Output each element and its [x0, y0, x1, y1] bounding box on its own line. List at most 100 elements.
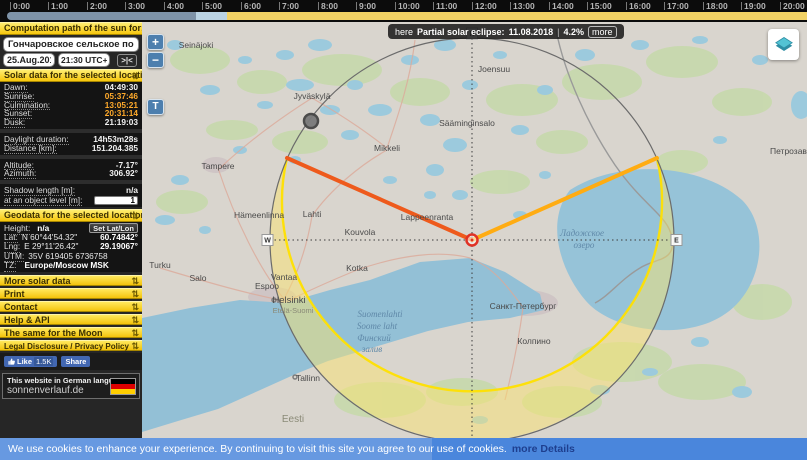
german-flag-icon[interactable]	[110, 378, 136, 395]
daylight-bar[interactable]	[7, 12, 807, 20]
day-segment	[227, 12, 807, 20]
solar-row-shadow: Shadow length [m]:n/a	[4, 186, 138, 195]
accordion-moon[interactable]: The same for the Moon⇅	[0, 327, 142, 338]
terrain-button[interactable]: T	[147, 99, 164, 115]
eclipse-more-button[interactable]: more	[588, 26, 617, 38]
cookie-more-details-link[interactable]: more Details	[512, 443, 575, 455]
collapse-panel-button[interactable]: >|<	[117, 54, 137, 67]
tick	[48, 2, 49, 10]
facebook-row: Like 1.5K Share	[0, 353, 142, 370]
tz-value: Europe/Moscow MSK	[24, 261, 108, 271]
layers-control[interactable]	[768, 29, 799, 60]
time-slider[interactable]: 0:00 1:00 2:00 3:00 4:00 5:00 6:00 7:00 …	[0, 0, 807, 22]
timeline-hour[interactable]: 7:00	[279, 1, 299, 11]
tick	[549, 2, 550, 10]
timeline-hour[interactable]: 0:00	[10, 1, 30, 11]
timeline-hour[interactable]: 3:00	[125, 1, 145, 11]
compass-w: W	[264, 238, 271, 245]
tz-label[interactable]: TZ:	[4, 261, 16, 272]
timeline-hour[interactable]: 11:00	[433, 1, 457, 11]
city-label: Sääminginsalo	[439, 118, 495, 128]
timeline-hour[interactable]: 1:00	[48, 1, 68, 11]
compass-e: E	[674, 238, 679, 245]
city-label: Kotka	[346, 263, 368, 273]
eclipse-percent: 4.2%	[563, 27, 584, 37]
expand-icon: ⇅	[131, 70, 139, 82]
timeline-hour[interactable]: 18:00	[703, 1, 728, 11]
dusk-label[interactable]: Dusk:	[4, 118, 25, 128]
sun-position-dot[interactable]	[304, 114, 318, 128]
timeline-hour[interactable]: 14:00	[549, 1, 574, 11]
eclipse-here-link[interactable]: here	[395, 27, 413, 37]
city-label: Lappeenranta	[401, 212, 454, 222]
city-label: Hämeenlinna	[234, 210, 284, 220]
date-input[interactable]	[3, 53, 55, 67]
location-input[interactable]	[3, 37, 139, 52]
shadow-length-value: n/a	[126, 186, 138, 195]
azimuth-label[interactable]: Azimuth:	[4, 169, 36, 179]
dusk-value: 21:19:03	[105, 118, 138, 127]
zoom-in-button[interactable]: +	[147, 34, 164, 50]
tick	[741, 2, 742, 10]
tick	[356, 2, 357, 10]
language-switch[interactable]: This website in German language sonnenve…	[2, 373, 140, 399]
solar-row-azimuth: Azimuth:306.92°	[4, 169, 138, 178]
tick	[626, 2, 627, 10]
timeline-hour[interactable]: 20:00	[780, 1, 805, 11]
sea-label: Soome laht	[357, 321, 398, 331]
tick	[664, 2, 665, 10]
city-label: Tallinn	[296, 373, 320, 383]
distance-label[interactable]: Distance [km]:	[4, 144, 57, 154]
object-level-input[interactable]	[94, 196, 138, 205]
timeline-hour[interactable]: 5:00	[202, 1, 222, 11]
facebook-like-button[interactable]: Like 1.5K	[4, 356, 57, 367]
sea-label: Suomenlahti	[358, 309, 403, 319]
city-label: Jyväskylä	[294, 91, 331, 101]
cookie-message: We use cookies to enhance your experienc…	[8, 443, 507, 455]
timeline-hour[interactable]: 10:00	[395, 1, 420, 11]
tick	[87, 2, 88, 10]
tick	[125, 2, 126, 10]
facebook-share-button[interactable]: Share	[61, 356, 90, 367]
tick	[510, 2, 511, 10]
eclipse-separator: |	[557, 27, 559, 37]
accordion-contact[interactable]: Contact⇅	[0, 301, 142, 312]
timeline-hour[interactable]: 12:00	[472, 1, 497, 11]
accordion-help-api[interactable]: Help & API⇅	[0, 314, 142, 325]
accordion-legal[interactable]: Legal Disclosure / Privacy Policy⇅	[0, 340, 142, 351]
night-segment	[7, 12, 196, 20]
timeline-hour[interactable]: 6:00	[241, 1, 261, 11]
timeline-hour[interactable]: 2:00	[87, 1, 107, 11]
map-canvas[interactable]: N W E Seinäjoki Joensuu Jyväskylä Säämin…	[142, 22, 807, 438]
timeline-hour[interactable]: 9:00	[356, 1, 376, 11]
accordion-more-solar-data[interactable]: More solar data⇅	[0, 275, 142, 286]
zoom-out-button[interactable]: −	[147, 52, 164, 68]
city-label: Turku	[149, 260, 171, 270]
timeline-hour[interactable]: 13:00	[510, 1, 535, 11]
tick	[202, 2, 203, 10]
object-level-label[interactable]: at an object level [m]:	[4, 195, 82, 206]
tick	[10, 2, 11, 10]
tick	[780, 2, 781, 10]
timeline-hour[interactable]: 19:00	[741, 1, 766, 11]
city-label: Helsinki	[272, 295, 305, 306]
solar-row-dusk: Dusk: 21:19:03	[4, 118, 138, 127]
geodata-header[interactable]: Geodata for the selected location⇅	[0, 209, 142, 222]
cookie-banner: We use cookies to enhance your experienc…	[0, 438, 807, 460]
timeline-hour[interactable]: 16:00	[626, 1, 651, 11]
map-svg: N W E Seinäjoki Joensuu Jyväskylä Säämin…	[142, 22, 807, 438]
tick	[395, 2, 396, 10]
timeline-hour[interactable]: 17:00	[664, 1, 689, 11]
timeline-hour[interactable]: 8:00	[318, 1, 338, 11]
timeline-hour[interactable]: 15:00	[587, 1, 612, 11]
tick	[241, 2, 242, 10]
location-marker[interactable]	[467, 235, 478, 246]
tick	[279, 2, 280, 10]
time-input[interactable]	[58, 53, 110, 67]
accordion-print[interactable]: Print⇅	[0, 288, 142, 299]
region-label: Etelä-Suomi	[273, 306, 314, 315]
tick	[433, 2, 434, 10]
solar-data-header[interactable]: Solar data for the selected location⇅	[0, 69, 142, 82]
eclipse-text: Partial solar eclipse:	[417, 27, 505, 37]
timeline-hour[interactable]: 4:00	[164, 1, 184, 11]
